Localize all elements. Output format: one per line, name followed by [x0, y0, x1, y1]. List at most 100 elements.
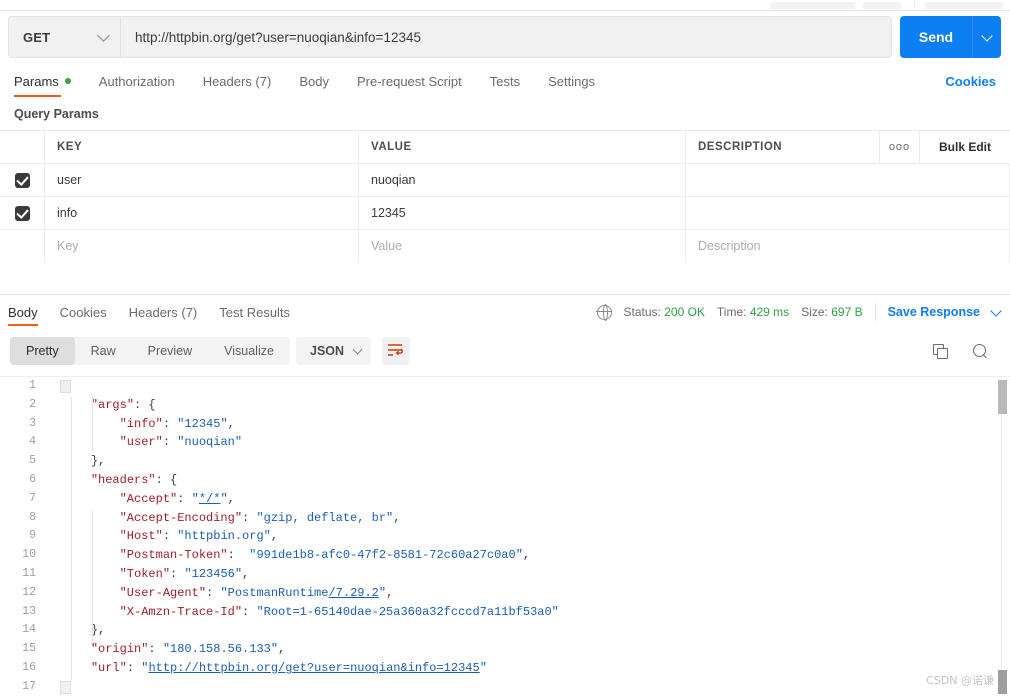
- view-mode-preview[interactable]: Preview: [132, 337, 208, 365]
- code-line: 13 "X-Amzn-Trace-Id": "Root=1-65140dae-2…: [0, 603, 1010, 622]
- tab-label: Params: [14, 73, 59, 89]
- column-header-value: VALUE: [371, 141, 412, 153]
- code-token: ": [191, 491, 199, 506]
- send-button[interactable]: Send: [900, 16, 972, 58]
- code-token: ,: [227, 416, 235, 431]
- view-mode-visualize[interactable]: Visualize: [208, 337, 290, 365]
- param-description-placeholder-cell[interactable]: Description: [686, 230, 1010, 262]
- header-checkbox-cell: [0, 131, 45, 163]
- code-line-text: "info": "12345",: [48, 415, 235, 434]
- code-line-text: "headers": {: [48, 471, 177, 490]
- status-text: Status: 200 OK: [624, 305, 705, 319]
- url-input[interactable]: http://httpbin.org/get?user=nuoqian&info…: [121, 17, 891, 57]
- code-token: "Root=1-65140dae-25a360a32fcccd7a11bf53a…: [256, 604, 559, 619]
- param-key-cell[interactable]: info: [45, 197, 359, 229]
- request-tab-settings[interactable]: Settings: [548, 63, 595, 99]
- code-link[interactable]: */*: [199, 492, 221, 506]
- response-scrollbar[interactable]: [998, 378, 1007, 694]
- param-value-placeholder-cell[interactable]: Value: [359, 230, 686, 262]
- code-line-text: "Accept-Encoding": "gzip, deflate, br",: [48, 509, 401, 528]
- request-tab-body[interactable]: Body: [299, 63, 329, 99]
- code-token: "origin": [90, 642, 149, 657]
- code-token: :: [170, 566, 185, 581]
- line-number: 8: [29, 510, 36, 524]
- copy-icon[interactable]: [933, 344, 948, 359]
- code-line: 9 "Host": "httpbin.org",: [0, 527, 1010, 546]
- chevron-down-icon[interactable]: [990, 304, 1002, 317]
- response-tool-icons: [933, 337, 988, 365]
- line-number: 3: [29, 416, 36, 430]
- time-text: Time: 429 ms: [717, 305, 789, 319]
- request-tab-pre-request-script[interactable]: Pre-request Script: [357, 63, 462, 99]
- response-body-viewer[interactable]: 1{2 "args": {3 "info": "12345",4 "user":…: [0, 376, 1010, 696]
- more-options-icon[interactable]: ooo: [889, 141, 910, 153]
- code-token: :: [227, 548, 250, 563]
- word-wrap-icon: [388, 344, 403, 356]
- search-icon[interactable]: [973, 343, 988, 359]
- code-token: :: [162, 416, 178, 431]
- save-response-button[interactable]: Save Response: [888, 305, 980, 319]
- table-body: user nuoqian info 12345 Key Value Description: [0, 164, 1010, 263]
- tab-label: Settings: [548, 73, 596, 89]
- globe-icon: [596, 304, 612, 322]
- panel-splitter-gap[interactable]: [0, 262, 1010, 295]
- request-tab-headers-7[interactable]: Headers (7): [203, 63, 272, 99]
- param-value-cell[interactable]: nuoqian: [359, 164, 686, 196]
- code-line-text: "Accept": "*/*",: [48, 490, 235, 509]
- response-tab-cookies[interactable]: Cookies: [60, 296, 107, 328]
- line-number: 4: [29, 435, 36, 449]
- param-description-cell[interactable]: [686, 164, 1010, 196]
- code-fold-marker-close[interactable]: [60, 681, 71, 694]
- request-tab-tests[interactable]: Tests: [490, 63, 520, 99]
- code-token: "123456": [184, 566, 243, 581]
- code-token: "X-Amzn-Trace-Id": [119, 604, 243, 619]
- response-tab-headers-7[interactable]: Headers (7): [129, 296, 198, 328]
- send-options-button[interactable]: [973, 16, 1001, 58]
- code-token: "180.158.56.133": [162, 642, 279, 657]
- response-tab-test-results[interactable]: Test Results: [219, 296, 290, 328]
- checkbox-icon[interactable]: [14, 205, 30, 221]
- row-checkbox-cell[interactable]: [0, 197, 45, 229]
- size-value: 697 B: [831, 305, 863, 319]
- code-token: "Postman-Token": [119, 548, 228, 563]
- view-mode-raw[interactable]: Raw: [75, 337, 132, 365]
- response-tab-body[interactable]: Body: [8, 296, 38, 328]
- row-checkbox-cell[interactable]: [0, 164, 45, 196]
- code-link[interactable]: http://httpbin.org/get?user=nuoqian&info…: [148, 661, 479, 675]
- row-checkbox-cell-empty[interactable]: [0, 230, 45, 262]
- code-line: 15 "origin": "180.158.56.133",: [0, 640, 1010, 659]
- line-number: 6: [29, 472, 36, 486]
- code-line-text: "url": "http://httpbin.org/get?user=nuoq…: [48, 659, 487, 678]
- code-line-text: "user": "nuoqian": [48, 433, 242, 452]
- request-tab-authorization[interactable]: Authorization: [99, 63, 175, 99]
- param-key-placeholder-cell[interactable]: Key: [45, 230, 359, 262]
- table-row: info 12345: [0, 197, 1010, 230]
- method-url-group: GET http://httpbin.org/get?user=nuoqian&…: [8, 16, 892, 58]
- bulk-edit-button[interactable]: Bulk Edit: [939, 140, 991, 154]
- scrollbar-thumb-bottom[interactable]: [998, 670, 1007, 694]
- request-tab-params[interactable]: Params: [14, 63, 71, 99]
- response-format-select[interactable]: JSON: [296, 337, 372, 365]
- view-mode-pretty[interactable]: Pretty: [10, 337, 75, 365]
- param-value-cell[interactable]: 12345: [359, 197, 686, 229]
- code-link[interactable]: /7.29.2: [328, 586, 378, 600]
- code-fold-marker-open[interactable]: [60, 380, 71, 393]
- param-description-cell[interactable]: [686, 197, 1010, 229]
- code-token: : {: [134, 397, 156, 412]
- code-token: "httpbin.org": [177, 529, 271, 544]
- http-method-select[interactable]: GET: [9, 17, 121, 57]
- cookies-link[interactable]: Cookies: [945, 63, 996, 99]
- indent-guide: [92, 397, 93, 451]
- table-row-placeholder: Key Value Description: [0, 230, 1010, 263]
- word-wrap-button[interactable]: [382, 337, 410, 365]
- size-text: Size: 697 B: [801, 305, 862, 319]
- response-format-label: JSON: [310, 344, 345, 358]
- tab-label: Headers (7): [202, 73, 272, 89]
- tab-label: Tests: [489, 73, 521, 89]
- checkbox-icon[interactable]: [14, 172, 30, 188]
- code-line: 16 "url": "http://httpbin.org/get?user=n…: [0, 659, 1010, 678]
- request-tab-list: Params Authorization Headers (7) Body Pre-re…: [14, 63, 623, 99]
- code-token: :: [206, 585, 221, 600]
- scrollbar-thumb[interactable]: [998, 380, 1007, 414]
- param-key-cell[interactable]: user: [45, 164, 359, 196]
